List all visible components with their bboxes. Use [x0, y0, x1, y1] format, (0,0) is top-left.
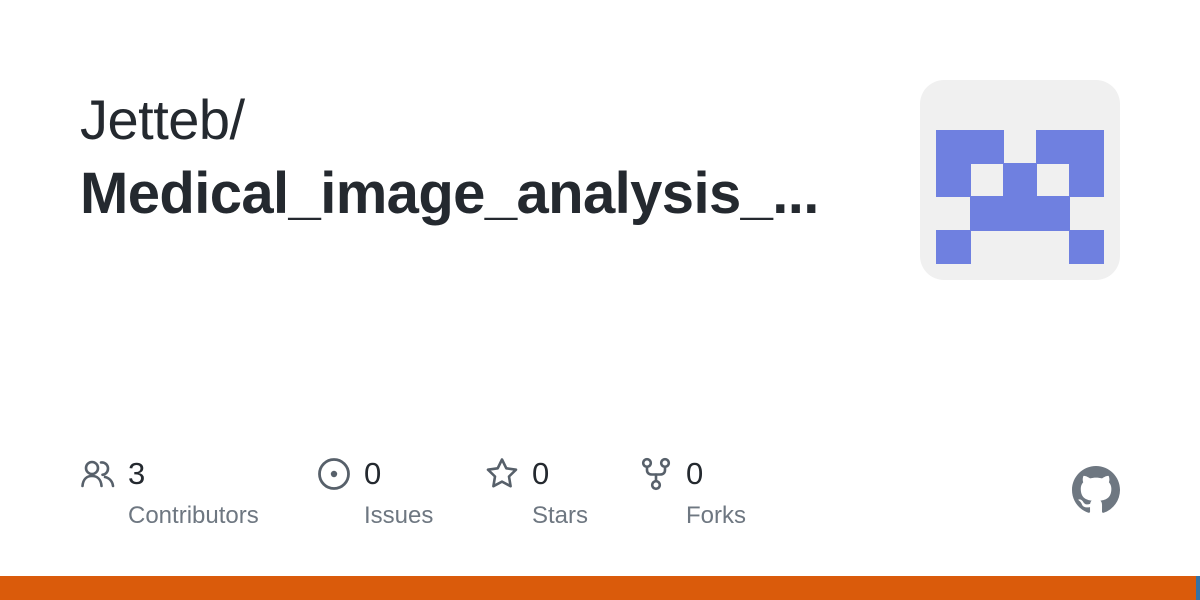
stars-count: 0 [532, 456, 550, 491]
stars-label: Stars [532, 502, 589, 529]
repo-owner[interactable]: Jetteb/ [80, 88, 245, 152]
people-icon [80, 456, 116, 492]
identicon-icon [936, 130, 1104, 264]
repo-forked-icon [638, 456, 674, 492]
issues-count: 0 [364, 456, 382, 491]
language-bar-segment [0, 576, 1197, 600]
forks-count: 0 [686, 456, 704, 491]
issue-opened-icon [316, 456, 352, 492]
language-bar-segment [1196, 576, 1200, 600]
owner-avatar [920, 80, 1120, 280]
issues-label: Issues [364, 502, 434, 529]
forks-label: Forks [686, 502, 746, 529]
contributors-count: 3 [128, 456, 146, 491]
stat-stars[interactable]: 0 Stars [484, 454, 604, 538]
github-mark-icon[interactable] [1072, 466, 1120, 514]
stat-forks[interactable]: 0 Forks [638, 454, 768, 538]
stat-issues[interactable]: 0 Issues [316, 454, 456, 538]
contributors-label: Contributors [128, 502, 259, 529]
stat-contributors[interactable]: 3 Contributors [80, 454, 300, 538]
language-bar [0, 576, 1200, 600]
star-icon [484, 456, 520, 492]
repo-name[interactable]: Medical_image_analysis_... [80, 160, 840, 228]
